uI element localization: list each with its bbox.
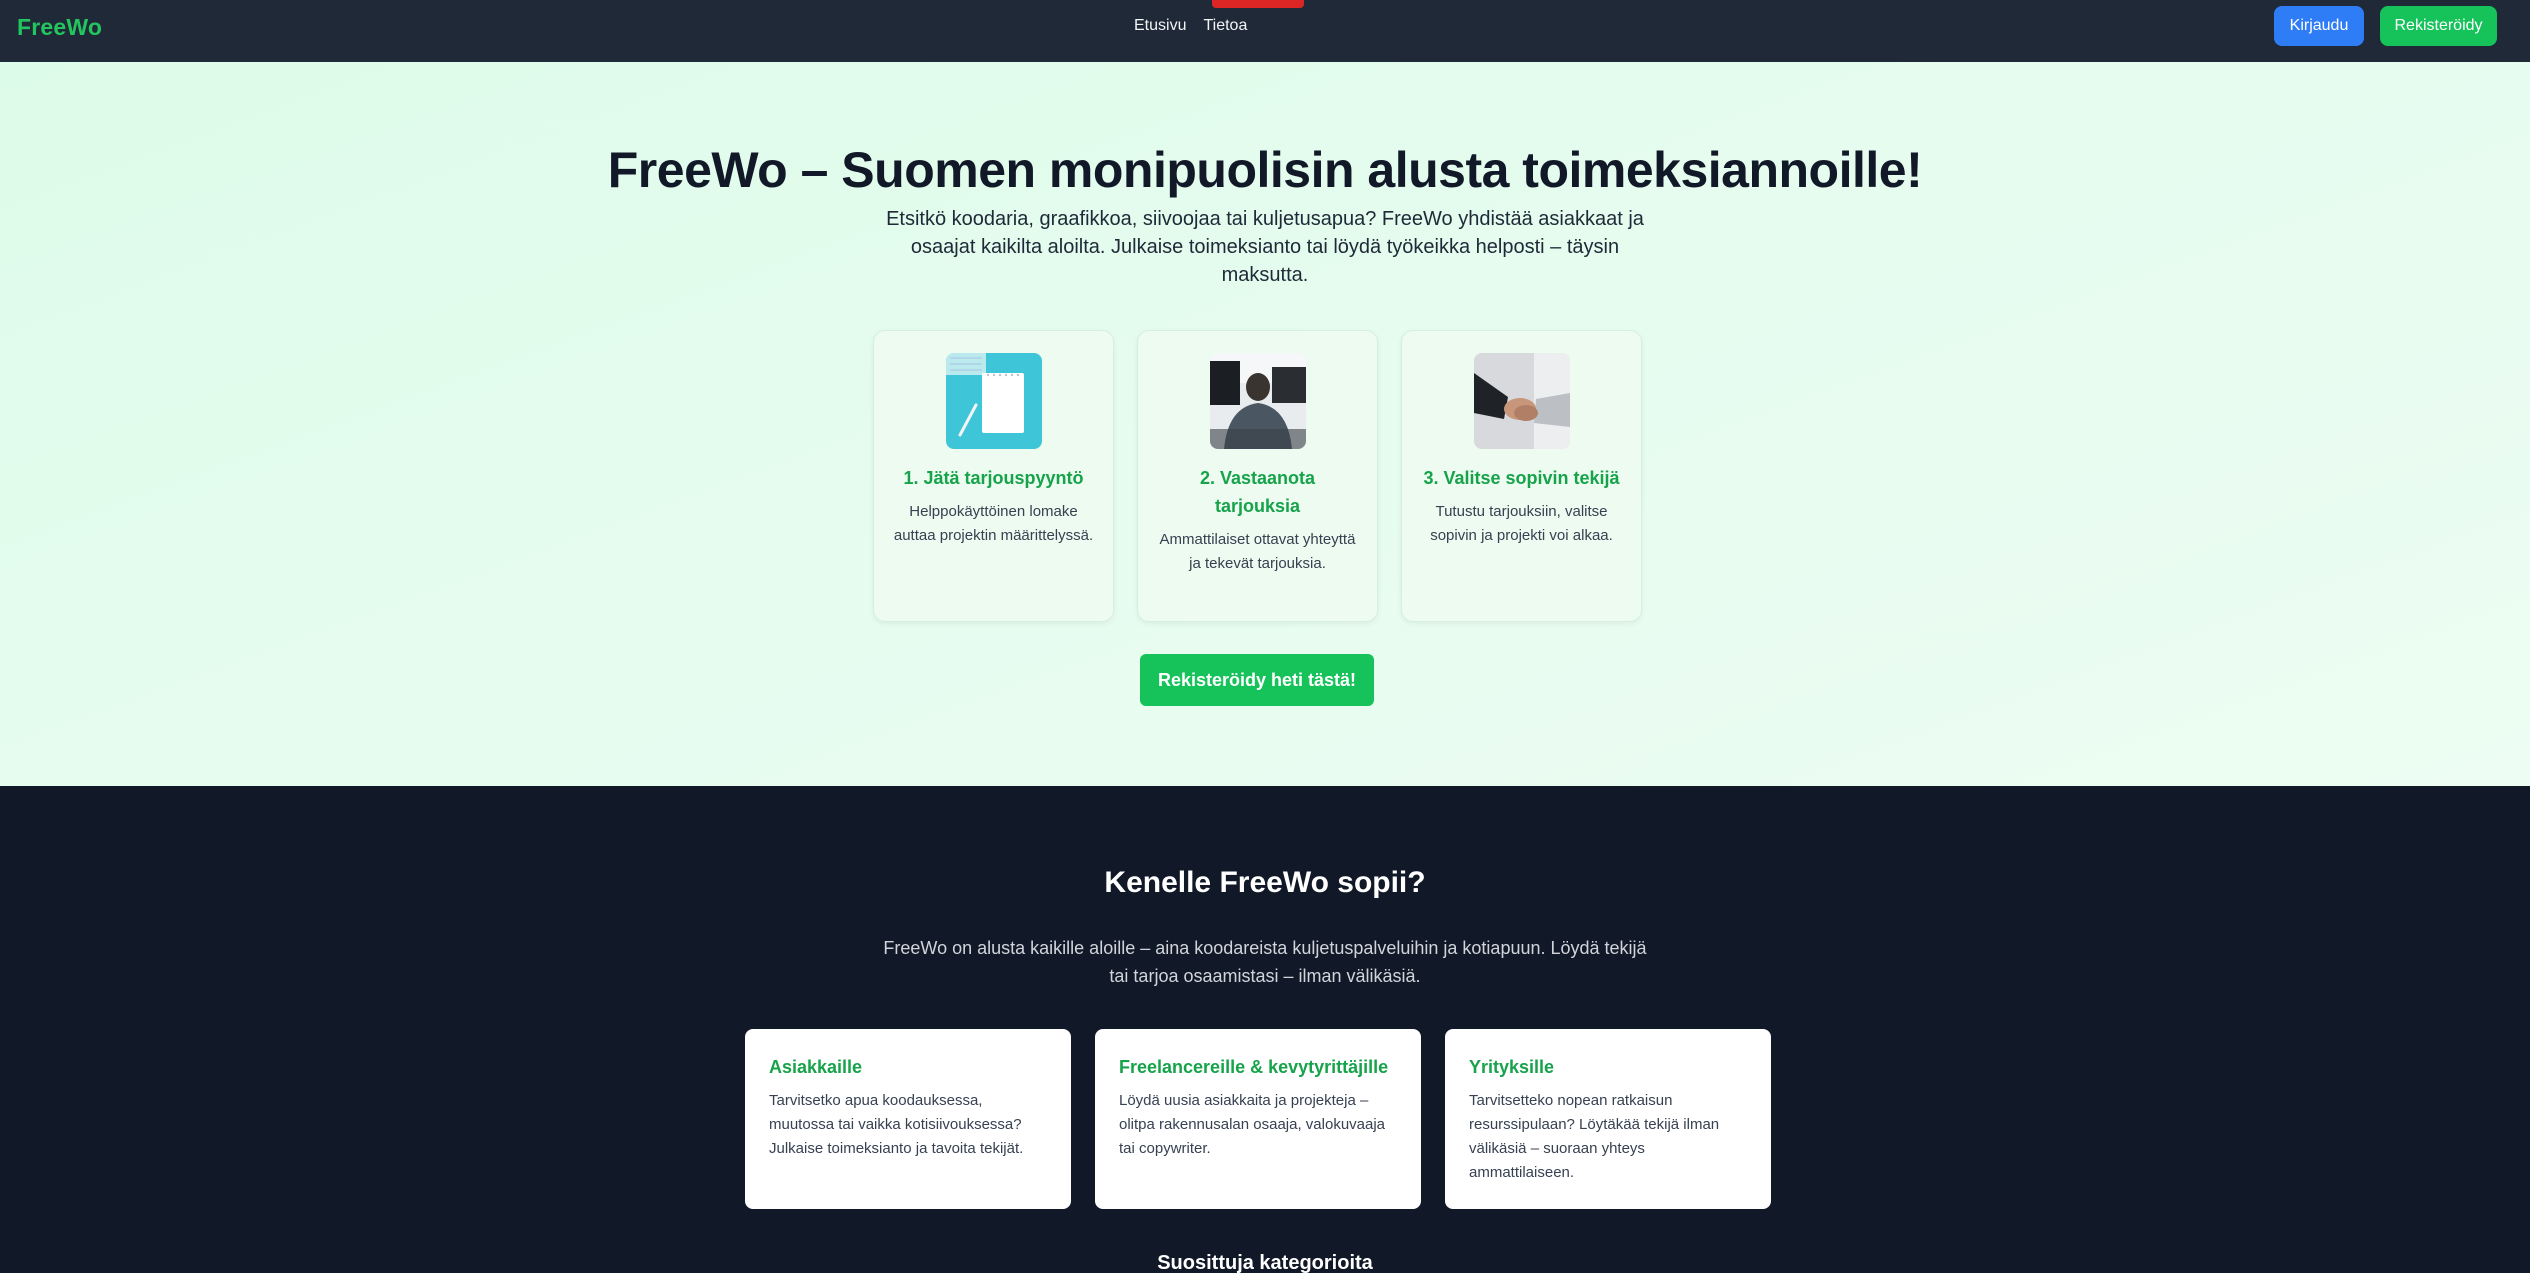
top-navbar: FreeWo Etusivu Tietoa Kirjaudu Rekisterö… bbox=[0, 0, 2530, 62]
hero-title: FreeWo – Suomen monipuolisin alusta toim… bbox=[607, 142, 1923, 198]
audience-description: FreeWo on alusta kaikille aloille – aina… bbox=[883, 938, 1647, 986]
audience-card-yrityksille: Yrityksille Tarvitsetteko nopean ratkais… bbox=[1445, 1029, 1771, 1209]
card-text: Löydä uusia asiakkaita ja projekteja – o… bbox=[1119, 1092, 1386, 1157]
hero-section: FreeWo – Suomen monipuolisin alusta toim… bbox=[0, 62, 2530, 786]
login-button[interactable]: Kirjaudu bbox=[2274, 6, 2364, 46]
step-text-3: Tutustu tarjouksiin, valitse sopivin ja … bbox=[1430, 503, 1613, 544]
step-text-2: Ammattilaiset ottavat yhteyttä ja tekevä… bbox=[1159, 531, 1356, 572]
register-cta-button[interactable]: Rekisteröidy heti tästä! bbox=[1140, 654, 1374, 706]
nav-link-etusivu[interactable]: Etusivu bbox=[1134, 17, 1186, 35]
audience-card-freelancereille: Freelancereille & kevytyrittäjille Löydä… bbox=[1095, 1029, 1421, 1209]
step-card-2: 2. Vastaanota tarjouksia Ammattilaiset o… bbox=[1137, 330, 1378, 622]
step-text-1: Helppokäyttöinen lomake auttaa projektin… bbox=[893, 503, 1094, 544]
steps-list: 1. Jätä tarjouspyyntö Helppokäyttöinen l… bbox=[873, 330, 1642, 622]
notepad-image bbox=[945, 353, 1042, 449]
card-title: Yrityksille bbox=[1469, 1057, 1555, 1077]
person-at-computer-image bbox=[1209, 353, 1306, 449]
audience-card-asiakkaille: Asiakkaille Tarvitsetko apua koodauksess… bbox=[745, 1029, 1071, 1209]
audience-section: Kenelle FreeWo sopii? FreeWo on alusta k… bbox=[0, 786, 2530, 1273]
freewo-logo[interactable]: FreeWo bbox=[17, 14, 102, 41]
hero-description: Etsitkö koodaria, graafikkoa, siivoojaa … bbox=[886, 208, 1644, 286]
red-accent-tab bbox=[1212, 0, 1304, 8]
step-card-1: 1. Jätä tarjouspyyntö Helppokäyttöinen l… bbox=[873, 330, 1114, 622]
card-text: Tarvitsetteko nopean ratkaisun resurssip… bbox=[1469, 1092, 1720, 1181]
step-title-1: 1. Jätä tarjouspyyntö bbox=[903, 468, 1084, 488]
card-text: Tarvitsetko apua koodauksessa, muutossa … bbox=[769, 1092, 1024, 1157]
handshake-image bbox=[1473, 353, 1570, 449]
audience-title: Kenelle FreeWo sopii? bbox=[1104, 866, 1426, 899]
step-title-3: 3. Valitse sopivin tekijä bbox=[1423, 468, 1620, 488]
nav-links: Etusivu Tietoa bbox=[1134, 17, 1247, 35]
card-title: Freelancereille & kevytyrittäjille bbox=[1119, 1057, 1389, 1077]
register-button[interactable]: Rekisteröidy bbox=[2380, 6, 2497, 46]
step-card-3: 3. Valitse sopivin tekijä Tutustu tarjou… bbox=[1401, 330, 1642, 622]
nav-link-tietoa[interactable]: Tietoa bbox=[1203, 17, 1247, 35]
audience-cards: Asiakkaille Tarvitsetko apua koodauksess… bbox=[745, 1029, 1771, 1209]
popular-categories-title: Suosittuja kategorioita bbox=[1157, 1252, 1373, 1273]
card-title: Asiakkaille bbox=[769, 1057, 863, 1077]
step-title-2: 2. Vastaanota tarjouksia bbox=[1199, 468, 1316, 516]
